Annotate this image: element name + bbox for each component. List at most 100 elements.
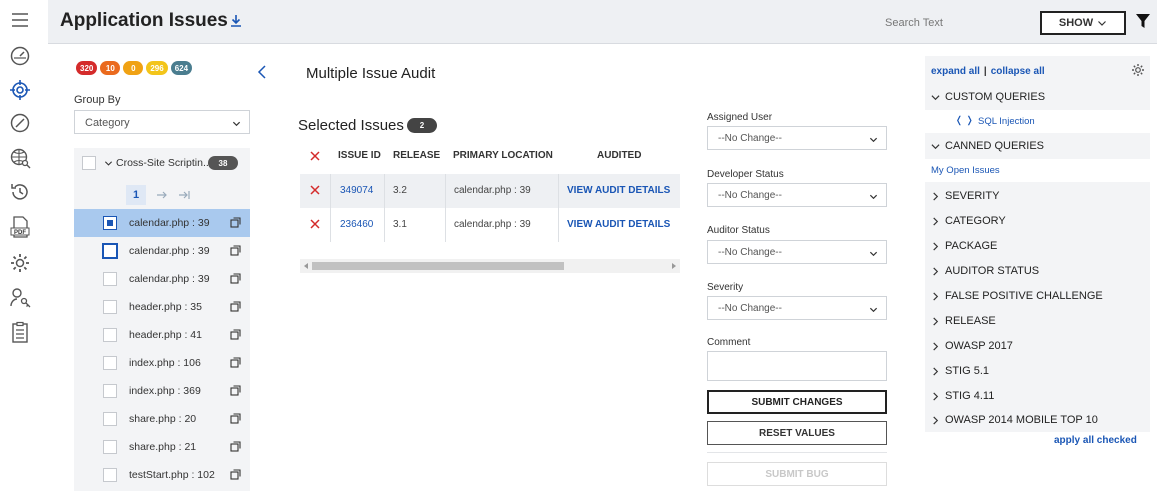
group-checkbox[interactable] [82, 156, 96, 170]
group-header[interactable]: Cross-Site Scriptin... 38 [74, 148, 250, 178]
reset-values-button[interactable]: RESET VALUES [707, 421, 887, 445]
critical-badge[interactable]: 320 [76, 61, 98, 75]
file-label: calendar.php : 39 [129, 273, 210, 285]
remove-all-icon[interactable] [310, 151, 320, 161]
download-icon[interactable] [228, 13, 244, 29]
scroll-left-icon[interactable] [303, 263, 309, 269]
view-audit-details-link[interactable]: VIEW AUDIT DETAILS [567, 219, 670, 230]
open-external-icon[interactable] [230, 385, 241, 396]
file-checkbox[interactable] [103, 412, 117, 426]
file-row[interactable]: calendar.php : 39 [74, 237, 250, 265]
chevron-down-icon[interactable] [104, 159, 113, 168]
file-checkbox[interactable] [103, 468, 117, 482]
open-external-icon[interactable] [230, 217, 241, 228]
chevron-right-icon [933, 416, 939, 425]
open-external-icon[interactable] [230, 357, 241, 368]
file-checkbox[interactable] [103, 440, 117, 454]
apply-all-checked-link[interactable]: apply all checked [1054, 435, 1137, 446]
issue-id-link[interactable]: 236460 [340, 219, 373, 230]
filter-auditor-status[interactable]: AUDITOR STATUS [925, 259, 1150, 284]
view-audit-details-link[interactable]: VIEW AUDIT DETAILS [567, 185, 670, 196]
filter-icon[interactable] [1136, 13, 1150, 29]
next-page-icon[interactable] [156, 189, 168, 201]
filter-owasp-2014-mobile[interactable]: OWASP 2014 MOBILE TOP 10 [925, 408, 1150, 433]
file-checkbox[interactable] [103, 356, 117, 370]
filter-category[interactable]: CATEGORY [925, 209, 1150, 234]
open-external-icon[interactable] [230, 301, 241, 312]
file-checkbox[interactable] [103, 328, 117, 342]
file-row[interactable]: calendar.php : 39 [74, 265, 250, 293]
file-checkbox[interactable] [102, 243, 118, 259]
menu-icon[interactable] [8, 8, 32, 32]
collapse-all-link[interactable]: collapse all [991, 66, 1045, 77]
file-row[interactable]: share.php : 20 [74, 405, 250, 433]
open-external-icon[interactable] [230, 329, 241, 340]
col-issue-id[interactable]: ISSUE ID [338, 150, 381, 161]
open-external-icon[interactable] [230, 273, 241, 284]
open-external-icon[interactable] [230, 441, 241, 452]
col-audited[interactable]: AUDITED [597, 150, 641, 161]
filter-owasp-2017[interactable]: OWASP 2017 [925, 334, 1150, 359]
scrollbar-thumb[interactable] [312, 262, 564, 270]
submit-changes-button[interactable]: SUBMIT CHANGES [707, 390, 887, 414]
high-badge[interactable]: 10 [100, 61, 121, 75]
auditor-status-select[interactable]: --No Change-- [707, 240, 887, 264]
chevron-right-icon [933, 242, 939, 251]
file-checkbox[interactable] [103, 300, 117, 314]
issue-id-link[interactable]: 349074 [340, 185, 373, 196]
low-badge[interactable]: 296 [146, 61, 168, 75]
filter-severity[interactable]: SEVERITY [925, 184, 1150, 209]
open-external-icon[interactable] [230, 469, 241, 480]
developer-status-select[interactable]: --No Change-- [707, 183, 887, 207]
page-number[interactable]: 1 [126, 185, 146, 205]
comment-input[interactable] [707, 351, 887, 381]
filter-package[interactable]: PACKAGE [925, 234, 1150, 259]
history-icon[interactable] [8, 180, 32, 204]
show-dropdown-button[interactable]: SHOW [1040, 11, 1126, 35]
remove-issue-icon[interactable] [310, 185, 320, 195]
assigned-user-select[interactable]: --No Change-- [707, 126, 887, 150]
col-release[interactable]: RELEASE [393, 150, 440, 161]
file-checkbox[interactable] [103, 384, 117, 398]
custom-query-item[interactable]: ❬ ❭ SQL Injection [925, 110, 1150, 133]
submit-bug-button[interactable]: SUBMIT BUG [707, 462, 887, 486]
canned-query-item[interactable]: My Open Issues [925, 159, 1150, 182]
file-row[interactable]: testStart.php : 102 [74, 461, 250, 489]
pdf-icon[interactable]: PDF [8, 215, 32, 239]
severity-select[interactable]: --No Change-- [707, 296, 887, 320]
file-checkbox[interactable] [103, 216, 117, 230]
gear-icon[interactable] [1131, 63, 1145, 77]
dashboard-icon[interactable] [8, 44, 32, 68]
filter-stig-5-1[interactable]: STIG 5.1 [925, 359, 1150, 384]
total-badge[interactable]: 624 [170, 61, 193, 75]
group-by-select[interactable]: Category [74, 110, 250, 134]
custom-queries-header[interactable]: CUSTOM QUERIES [925, 85, 1150, 110]
file-row[interactable]: index.php : 369 [74, 377, 250, 405]
file-row[interactable]: calendar.php : 39 [74, 209, 250, 237]
canned-queries-header[interactable]: CANNED QUERIES [925, 134, 1150, 159]
expand-all-link[interactable]: expand all [931, 66, 980, 77]
file-row[interactable]: share.php : 21 [74, 433, 250, 461]
user-key-icon[interactable] [8, 285, 32, 309]
last-page-icon[interactable] [178, 189, 190, 201]
clipboard-icon[interactable] [8, 320, 32, 344]
collapse-panel-icon[interactable] [257, 65, 267, 79]
scroll-right-icon[interactable] [671, 263, 677, 269]
col-primary-location[interactable]: PRIMARY LOCATION [453, 150, 553, 161]
file-checkbox[interactable] [103, 272, 117, 286]
file-row[interactable]: header.php : 41 [74, 321, 250, 349]
open-external-icon[interactable] [230, 245, 241, 256]
open-external-icon[interactable] [230, 413, 241, 424]
medium-badge[interactable]: 0 [123, 61, 144, 75]
filter-false-positive-challenge[interactable]: FALSE POSITIVE CHALLENGE [925, 284, 1150, 309]
speedometer-icon[interactable] [8, 111, 32, 135]
settings-gear-icon[interactable] [8, 251, 32, 275]
issues-target-icon[interactable] [8, 78, 32, 102]
remove-issue-icon[interactable] [310, 219, 320, 229]
filter-release[interactable]: RELEASE [925, 309, 1150, 334]
web-search-icon[interactable] [8, 146, 32, 170]
file-row[interactable]: index.php : 106 [74, 349, 250, 377]
filter-stig-4-11[interactable]: STIG 4.11 [925, 384, 1150, 409]
horizontal-scrollbar[interactable] [300, 259, 680, 273]
file-row[interactable]: header.php : 35 [74, 293, 250, 321]
